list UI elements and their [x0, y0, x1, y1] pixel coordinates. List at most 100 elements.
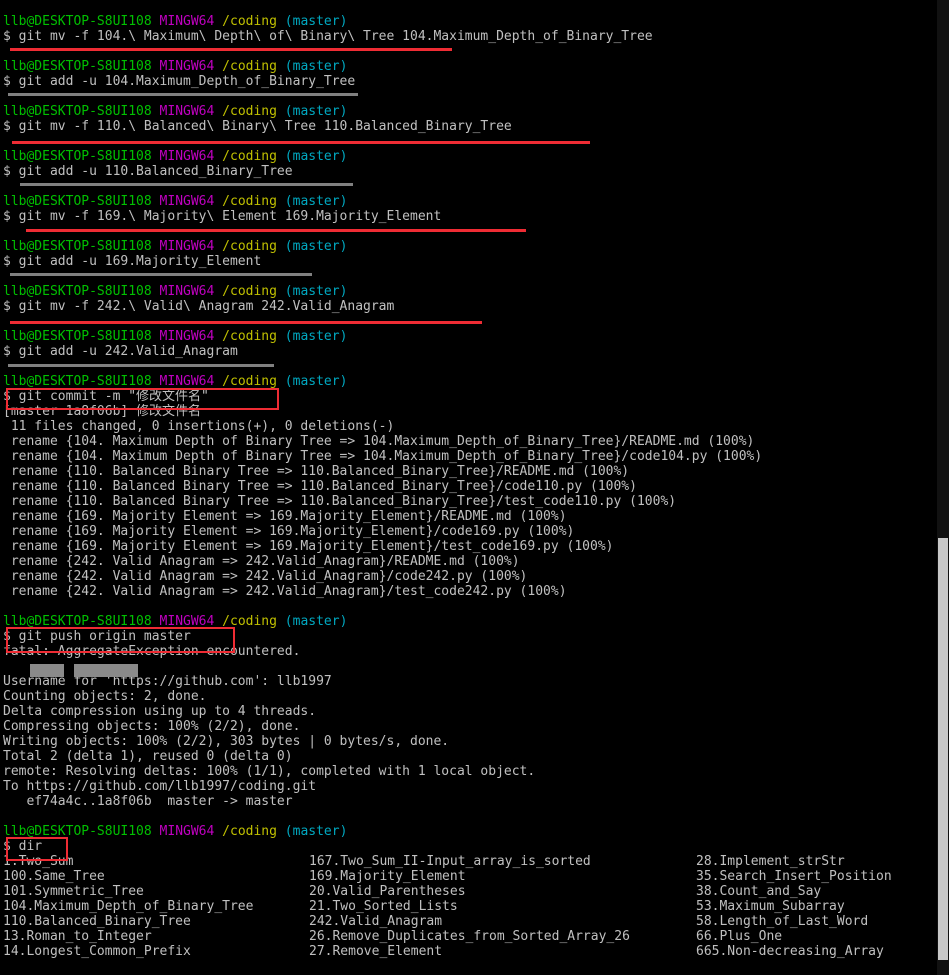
prompt-cwd: /coding	[222, 374, 277, 389]
prompt-line: llb@DESKTOP-S8UI108 MINGW64 /coding (mas…	[3, 149, 933, 164]
prompt-line: llb@DESKTOP-S8UI108 MINGW64 /coding (mas…	[3, 104, 933, 119]
highlight-underline	[10, 273, 312, 276]
prompt-line: llb@DESKTOP-S8UI108 MINGW64 /coding (mas…	[3, 329, 933, 344]
dir-entry: 104.Maximum_Depth_of_Binary_Tree	[3, 899, 254, 914]
output-line: Writing objects: 100% (2/2), 303 bytes |…	[3, 734, 450, 749]
output-line: Total 2 (delta 1), reused 0 (delta 0)	[3, 749, 293, 764]
output-line: rename {110. Balanced Binary Tree => 110…	[3, 479, 637, 494]
dir-row: 104.Maximum_Depth_of_Binary_Tree 21.Two_S…	[3, 899, 933, 914]
dir-row: 101.Symmetric_Tree 20.Valid_Parentheses 38…	[3, 884, 933, 899]
dir-entry: 28.Implement_strStr	[696, 854, 845, 869]
output-line: rename {110. Balanced Binary Tree => 110…	[3, 464, 630, 479]
command-line: $ git mv -f 110.\ Balanced\ Binary\ Tree…	[3, 119, 512, 134]
prompt-user: llb@DESKTOP-S8UI108	[3, 239, 152, 254]
prompt-shell: MINGW64	[159, 194, 215, 209]
highlight-underline	[26, 229, 526, 232]
prompt-branch: (master)	[284, 104, 348, 119]
highlight-underline	[10, 321, 482, 324]
output-line: rename {169. Majority Element => 169.Maj…	[3, 509, 567, 524]
prompt-user: llb@DESKTOP-S8UI108	[3, 284, 152, 299]
highlight-box	[6, 627, 235, 653]
output-line: To https://github.com/llb1997/coding.git	[3, 779, 317, 794]
prompt-line: llb@DESKTOP-S8UI108 MINGW64 /coding (mas…	[3, 194, 933, 209]
dir-row: 100.Same_Tree 169.Majority_Element 35.Sear…	[3, 869, 933, 884]
prompt-branch: (master)	[284, 284, 348, 299]
prompt-cwd: /coding	[222, 14, 277, 29]
prompt-user: llb@DESKTOP-S8UI108	[3, 194, 152, 209]
prompt-user: llb@DESKTOP-S8UI108	[3, 149, 152, 164]
scrollbar-thumb[interactable]	[938, 538, 948, 960]
terminal-output: llb@DESKTOP-S8UI108 MINGW64 /coding (mas…	[3, 14, 933, 959]
command-line: $ git add -u 242.Valid_Anagram	[3, 344, 238, 359]
dir-entry: 100.Same_Tree	[3, 869, 105, 884]
output-line: rename {104. Maximum Depth of Binary Tre…	[3, 449, 763, 464]
prompt-cwd: /coding	[222, 149, 277, 164]
output-line: rename {169. Majority Element => 169.Maj…	[3, 539, 614, 554]
dir-entry: 53.Maximum_Subarray	[696, 899, 845, 914]
prompt-user: llb@DESKTOP-S8UI108	[3, 59, 152, 74]
prompt-branch: (master)	[284, 149, 348, 164]
highlight-underline	[20, 183, 353, 186]
dir-entry: 101.Symmetric_Tree	[3, 884, 144, 899]
command-line: $ git mv -f 169.\ Majority\ Element 169.…	[3, 209, 442, 224]
prompt-cwd: /coding	[222, 194, 277, 209]
prompt-shell: MINGW64	[159, 14, 215, 29]
prompt-line: llb@DESKTOP-S8UI108 MINGW64 /coding (mas…	[3, 14, 933, 29]
prompt-cwd: /coding	[222, 284, 277, 299]
command-line: $ git mv -f 242.\ Valid\ Anagram 242.Val…	[3, 299, 395, 314]
command-line: $ git add -u 169.Majority_Element	[3, 254, 262, 269]
prompt-cwd: /coding	[222, 329, 277, 344]
command-line: $ git mv -f 104.\ Maximum\ Depth\ of\ Bi…	[3, 29, 653, 44]
redaction-block	[30, 664, 64, 677]
prompt-branch: (master)	[284, 614, 348, 629]
prompt-shell: MINGW64	[159, 104, 215, 119]
output-line: rename {242. Valid Anagram => 242.Valid_…	[3, 584, 567, 599]
output-line: Compressing objects: 100% (2/2), done.	[3, 719, 301, 734]
prompt-shell: MINGW64	[159, 59, 215, 74]
dir-entry: 66.Plus_One	[696, 929, 783, 944]
output-line: ef74a4c..1a8f06b master -> master	[3, 794, 293, 809]
dir-entry: 35.Search_Insert_Position	[696, 869, 892, 884]
output-line: rename {242. Valid Anagram => 242.Valid_…	[3, 554, 520, 569]
prompt-user: llb@DESKTOP-S8UI108	[3, 104, 152, 119]
dir-row: 13.Roman_to_Integer 26.Remove_Duplicates_…	[3, 929, 933, 944]
output-line: Counting objects: 2, done.	[3, 689, 207, 704]
dir-row: 14.Longest_Common_Prefix 27.Remove_Elemen…	[3, 944, 933, 959]
prompt-line: llb@DESKTOP-S8UI108 MINGW64 /coding (mas…	[3, 284, 933, 299]
prompt-branch: (master)	[284, 59, 348, 74]
prompt-branch: (master)	[284, 194, 348, 209]
output-line: rename {169. Majority Element => 169.Maj…	[3, 524, 575, 539]
prompt-cwd: /coding	[222, 239, 277, 254]
prompt-shell: MINGW64	[159, 374, 215, 389]
prompt-cwd: /coding	[222, 824, 277, 839]
dir-entry: 167.Two_Sum_II-Input_array_is_sorted	[309, 854, 591, 869]
prompt-branch: (master)	[284, 239, 348, 254]
output-line: Username for 'https://github.com': llb19…	[3, 674, 332, 689]
output-line: rename {110. Balanced Binary Tree => 110…	[3, 494, 677, 509]
command-line: $ dir	[3, 839, 43, 854]
highlight-underline	[8, 93, 358, 96]
prompt-shell: MINGW64	[159, 149, 215, 164]
prompt-line: llb@DESKTOP-S8UI108 MINGW64 /coding (mas…	[3, 59, 933, 74]
dir-entry: 242.Valid_Anagram	[309, 914, 443, 929]
scrollbar[interactable]	[937, 0, 949, 975]
dir-row: 110.Balanced_Binary_Tree 242.Valid_Anagra…	[3, 914, 933, 929]
dir-entry: 110.Balanced_Binary_Tree	[3, 914, 191, 929]
prompt-branch: (master)	[284, 14, 348, 29]
terminal-window[interactable]: llb@DESKTOP-S8UI108 MINGW64 /coding (mas…	[0, 0, 949, 975]
output-line: 11 files changed, 0 insertions(+), 0 del…	[3, 419, 395, 434]
highlight-underline	[10, 48, 452, 51]
output-line: rename {104. Maximum Depth of Binary Tre…	[3, 434, 755, 449]
dir-entry: 27.Remove_Element	[309, 944, 443, 959]
redaction-block	[74, 664, 138, 677]
prompt-branch: (master)	[284, 374, 348, 389]
prompt-user: llb@DESKTOP-S8UI108	[3, 14, 152, 29]
output-line: remote: Resolving deltas: 100% (1/1), co…	[3, 764, 536, 779]
dir-entry: 38.Count_and_Say	[696, 884, 822, 899]
prompt-user: llb@DESKTOP-S8UI108	[3, 374, 152, 389]
prompt-shell: MINGW64	[159, 284, 215, 299]
command-line: $ git add -u 110.Balanced_Binary_Tree	[3, 164, 293, 179]
prompt-line: llb@DESKTOP-S8UI108 MINGW64 /coding (mas…	[3, 824, 933, 839]
highlight-box	[6, 388, 279, 410]
